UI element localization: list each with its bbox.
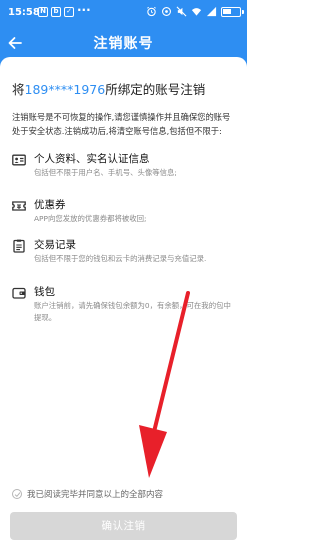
checkbox-icon <box>12 489 22 499</box>
item-desc: 包括但不限于用户名、手机号、头像等信息; <box>34 168 177 177</box>
agree-label: 我已阅读完毕并同意以上的全部内容 <box>27 490 164 500</box>
item-title: 优惠券 <box>34 199 66 211</box>
phone-line: 将189****1976所绑定的账号注销 <box>12 79 205 98</box>
phone-suffix: 所绑定的账号注销 <box>105 82 206 97</box>
wifi-icon <box>191 8 202 16</box>
page-title: 注销账号 <box>93 36 154 52</box>
notification-check-icon: ✓ <box>64 7 74 17</box>
intro-text: 注销账号是不可恢复的操作,请您谨慎操作并且确保您的账号处于安全状态.注销成功后,… <box>12 112 231 136</box>
mute-icon <box>176 6 187 17</box>
phone-prefix: 将 <box>12 82 25 97</box>
id-card-icon <box>12 154 26 166</box>
status-bar: 15:58 N b ✓ ··· <box>0 0 247 26</box>
battery-icon <box>221 6 244 17</box>
status-time: 15:58 <box>8 7 40 18</box>
battery-level <box>223 8 232 14</box>
more-notifications-icon: ··· <box>77 3 91 17</box>
item-title: 钱包 <box>34 286 55 298</box>
confirm-cancel-account-button[interactable]: 确认注销 <box>10 512 237 540</box>
signal-icon <box>206 6 217 17</box>
agree-checkbox[interactable]: 我已阅读完毕并同意以上的全部内容 <box>12 488 163 500</box>
item-desc: APP向您发放的优惠券都将被收回; <box>34 214 147 223</box>
status-notification-icons: N b ✓ ··· <box>38 3 91 17</box>
notification-b-icon: b <box>51 7 61 17</box>
alarm-icon <box>147 6 156 17</box>
item-title: 交易记录 <box>34 239 76 251</box>
item-desc: 包括但不限于您的钱包和云卡的消费记录与充值记录. <box>34 254 207 263</box>
notification-n-icon: N <box>38 7 48 17</box>
status-system-icons <box>146 6 244 17</box>
item-title: 个人资料、实名认证信息 <box>34 153 150 165</box>
item-desc: 账户注销前，请先确保钱包余额为0，有余额，可在我的包中提现。 <box>34 301 231 322</box>
coupon-icon <box>12 201 26 211</box>
location-icon <box>162 7 171 16</box>
phone-number: 189****1976 <box>24 82 106 97</box>
document-list-icon <box>13 239 25 253</box>
wallet-icon <box>12 287 26 299</box>
